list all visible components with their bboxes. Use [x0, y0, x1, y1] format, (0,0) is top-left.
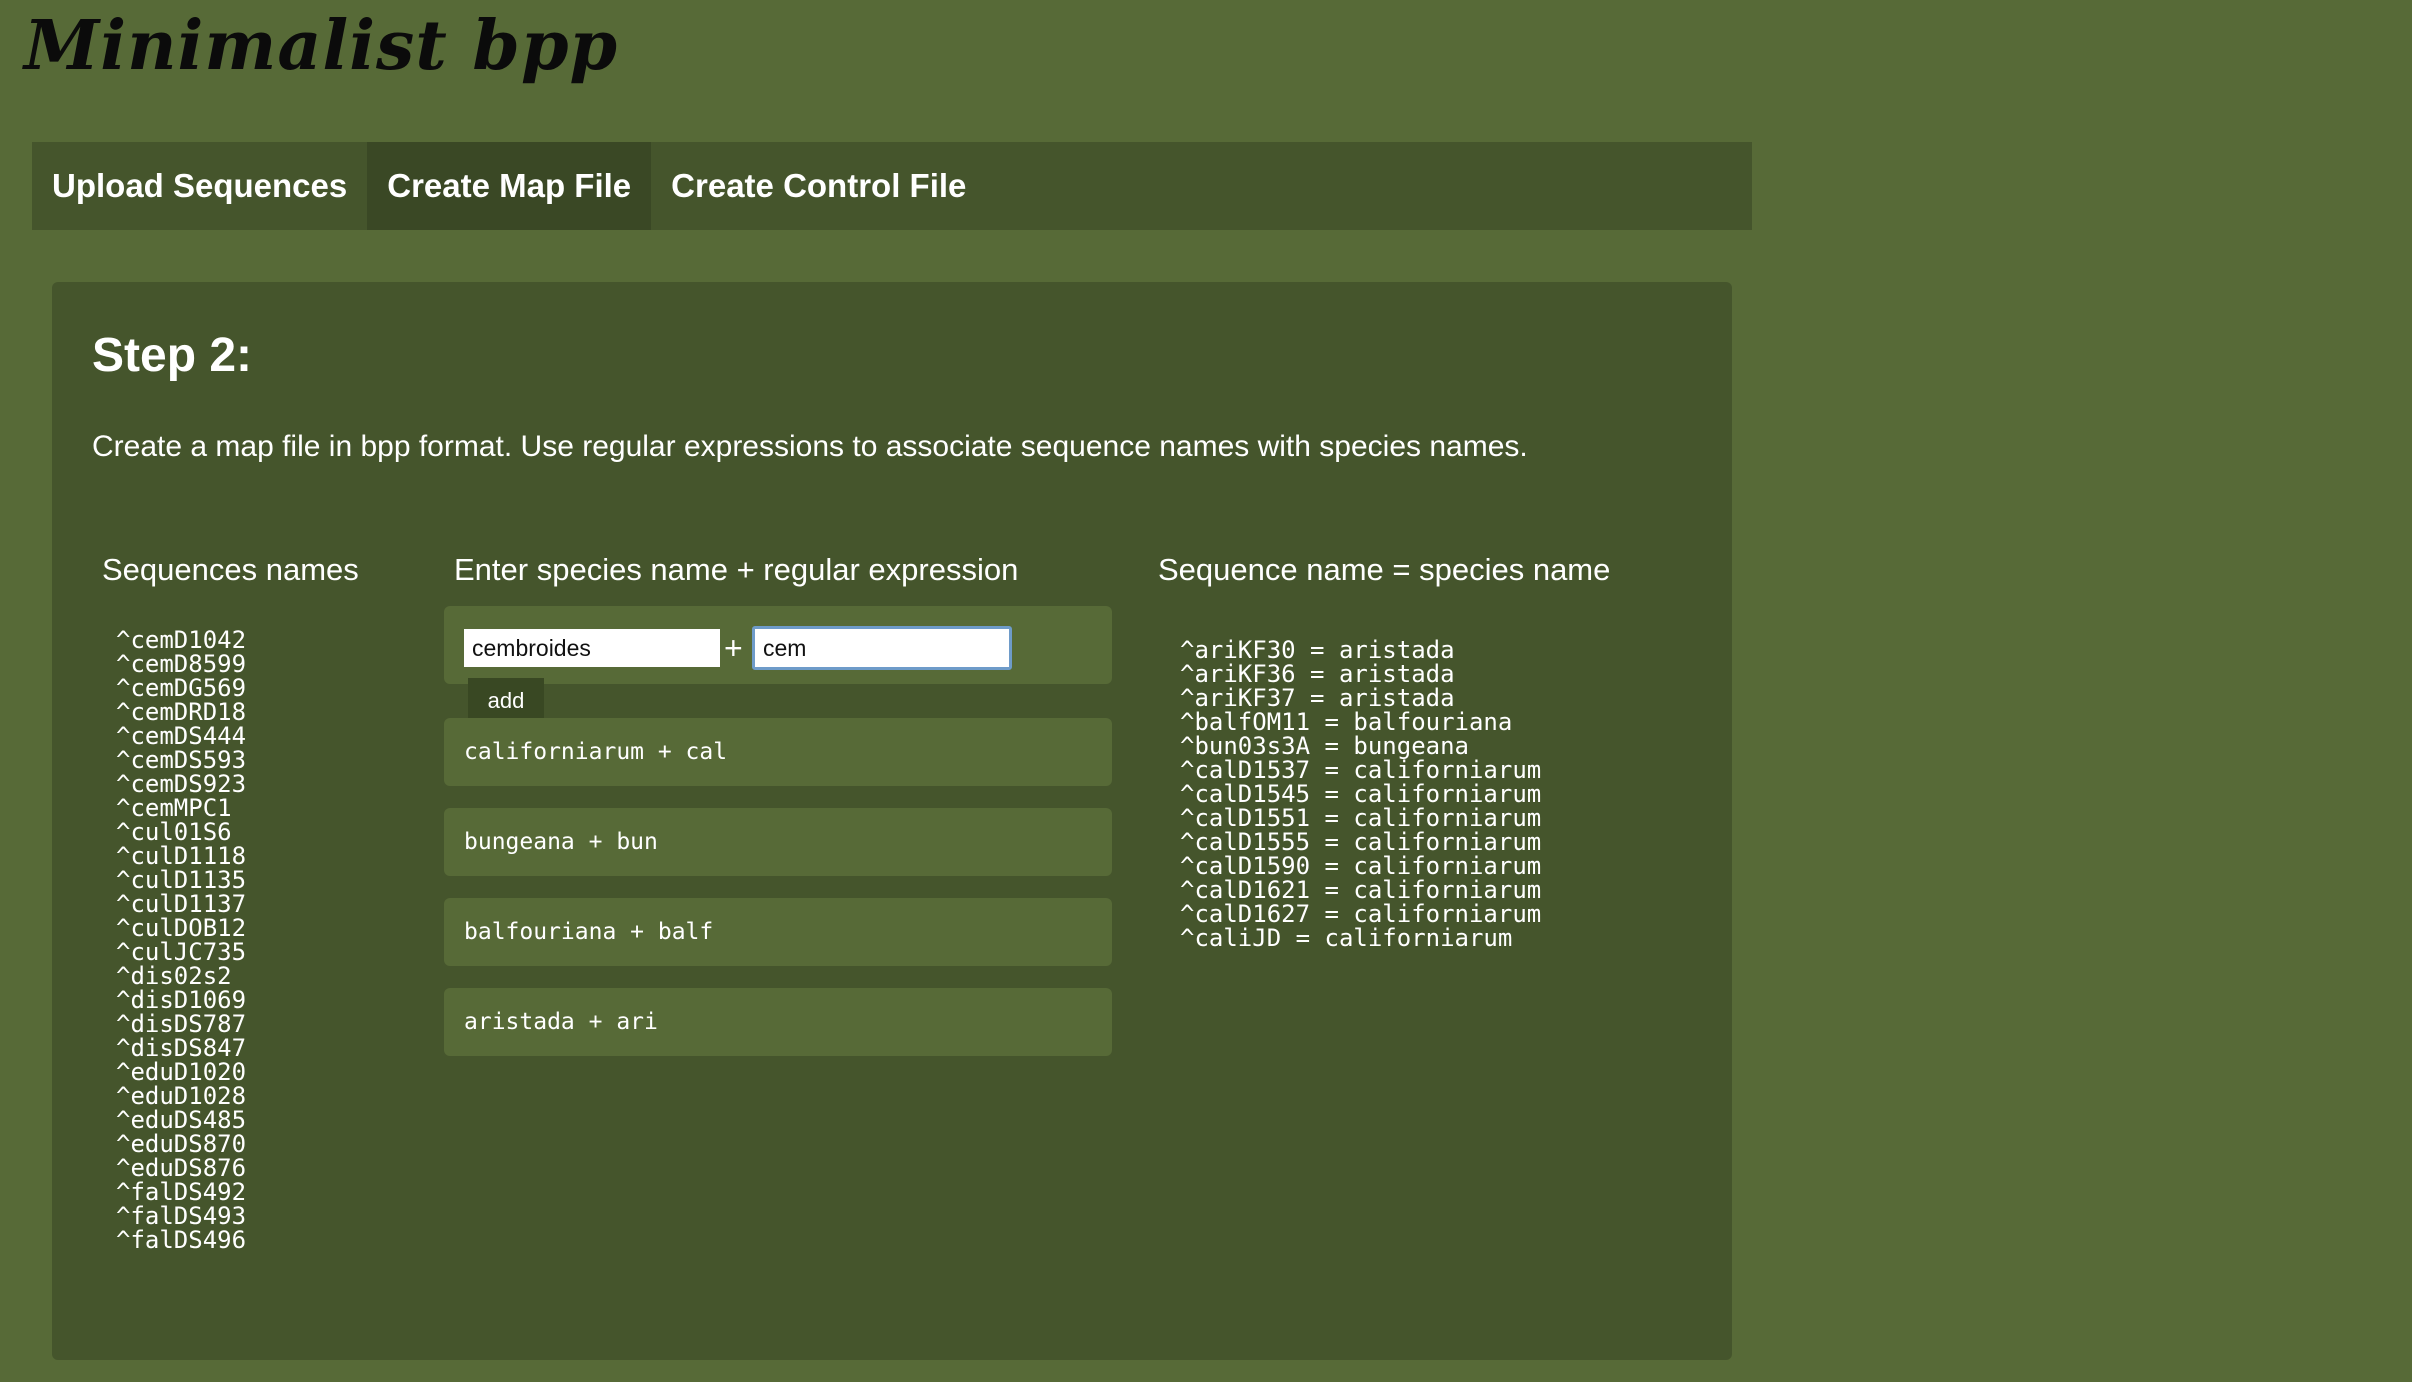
list-item: ^balfOM11 = balfouriana [1180, 708, 1513, 736]
list-item: ^falDS496 [116, 1226, 247, 1254]
list-item: ^cemDS923 [116, 770, 247, 798]
tab-upload-sequences[interactable]: Upload Sequences [32, 142, 367, 230]
list-item: ^culD1137 [116, 890, 247, 918]
list-item: ^calD1551 = californiarum [1180, 804, 1542, 832]
list-item: ^cemDG569 [116, 674, 247, 702]
list-item: ^eduD1028 [116, 1082, 247, 1110]
list-item: ^eduDS876 [116, 1154, 247, 1182]
list-item: ^cul01S6 [116, 818, 232, 846]
list-item: ^cemDS444 [116, 722, 247, 750]
list-item: ^disD1069 [116, 986, 247, 1014]
list-item: ^eduDS485 [116, 1106, 247, 1134]
step-panel: Step 2: Create a map file in bpp format.… [52, 282, 1732, 1360]
list-item: ^dis02s2 [116, 962, 232, 990]
step-title: Step 2: [92, 329, 253, 382]
results-heading: Sequence name = species name [1158, 552, 1611, 587]
list-item: ^eduDS870 [116, 1130, 247, 1158]
list-item: ^calD1590 = californiarum [1180, 852, 1542, 880]
mapping-results-list: ^ariKF30 = aristada ^ariKF36 = aristada … [1180, 638, 1541, 950]
app-title: Minimalist bpp [24, 6, 619, 86]
mapping-item[interactable]: aristada + ari [444, 988, 1112, 1056]
mapping-item[interactable]: balfouriana + balf [444, 898, 1112, 966]
regex-input[interactable] [752, 626, 1012, 670]
list-item: ^bun03s3A = bungeana [1180, 732, 1469, 760]
list-item: ^cemMPC1 [116, 794, 232, 822]
list-item: ^culDOB12 [116, 914, 247, 942]
plus-sign: + [724, 630, 743, 666]
list-item: ^ariKF36 = aristada [1180, 660, 1455, 688]
list-item: ^culD1118 [116, 842, 247, 870]
main-nav: Upload Sequences Create Map File Create … [32, 142, 1752, 230]
step-description: Create a map file in bpp format. Use reg… [92, 430, 1528, 463]
list-item: ^calD1555 = californiarum [1180, 828, 1542, 856]
list-item: ^cemDRD18 [116, 698, 247, 726]
entry-heading: Enter species name + regular expression [454, 552, 1019, 587]
list-item: ^ariKF30 = aristada [1180, 636, 1455, 664]
list-item: ^disDS787 [116, 1010, 247, 1038]
list-item: ^calD1545 = californiarum [1180, 780, 1542, 808]
tab-create-control-file[interactable]: Create Control File [651, 142, 986, 230]
tab-create-map-file[interactable]: Create Map File [367, 142, 652, 230]
list-item: ^calD1621 = californiarum [1180, 876, 1542, 904]
mapping-item[interactable]: californiarum + cal [444, 718, 1112, 786]
list-item: ^falDS492 [116, 1178, 247, 1206]
mapping-item[interactable]: bungeana + bun [444, 808, 1112, 876]
list-item: ^ariKF37 = aristada [1180, 684, 1455, 712]
list-item: ^caliJD = californiarum [1180, 924, 1513, 952]
list-item: ^falDS493 [116, 1202, 247, 1230]
list-item: ^disDS847 [116, 1034, 247, 1062]
list-item: ^eduD1020 [116, 1058, 247, 1086]
list-item: ^calD1627 = californiarum [1180, 900, 1542, 928]
list-item: ^cemDS593 [116, 746, 247, 774]
list-item: ^calD1537 = californiarum [1180, 756, 1542, 784]
sequences-heading: Sequences names [102, 552, 359, 587]
list-item: ^culJC735 [116, 938, 247, 966]
list-item: ^culD1135 [116, 866, 247, 894]
sequence-list: ^cemD1042 ^cemD8599 ^cemDG569 ^cemDRD18 … [116, 628, 246, 1252]
species-name-input[interactable] [464, 629, 720, 667]
list-item: ^cemD8599 [116, 650, 247, 678]
list-item: ^cemD1042 [116, 626, 247, 654]
